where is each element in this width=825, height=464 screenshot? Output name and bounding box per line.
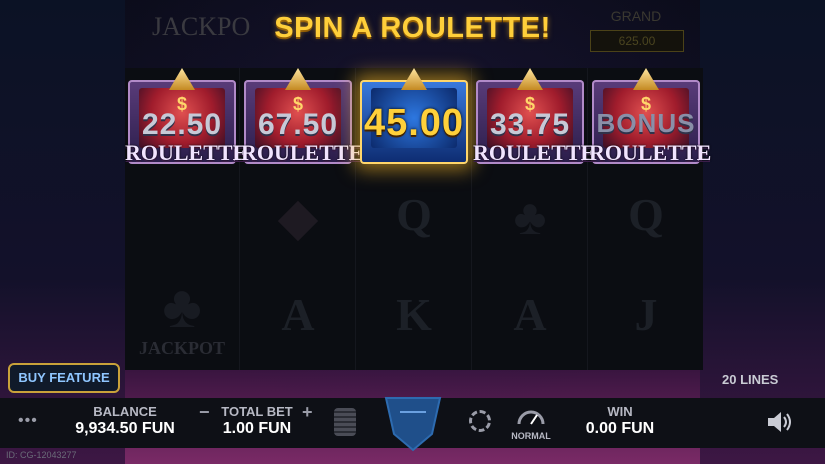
roulette-tile-2: $ 67.50 ROULETTE xyxy=(241,68,364,166)
tile-amount: 67.50 xyxy=(257,108,339,141)
lines-indicator: 20 LINES xyxy=(722,372,779,387)
reel-area: $ 22.50 ROULETTE ♣ JACKPOT $ 67.50 ROULE… xyxy=(125,68,712,370)
tile-amount: 33.75 xyxy=(489,108,571,141)
symbol-a-faded: A xyxy=(281,289,315,340)
spin-button[interactable] xyxy=(380,392,446,452)
speed-label: NORMAL xyxy=(511,431,551,441)
speed-gauge-icon[interactable] xyxy=(516,406,546,426)
crown-icon xyxy=(633,68,659,90)
crown-icon xyxy=(169,68,195,90)
roulette-tile-1: $ 22.50 ROULETTE xyxy=(125,68,248,166)
tile-bonus-text: BONUS xyxy=(596,108,696,138)
win-value: 0.00 FUN xyxy=(585,420,655,437)
reel-5: $ BONUS ROULETTE Q J xyxy=(589,68,712,370)
roulette-tile-3-highlighted: 45.00 xyxy=(357,68,471,166)
club-symbol-faded: ♣ xyxy=(513,189,547,245)
symbol-q-faded: Q xyxy=(396,189,432,240)
roulette-tile-5: $ BONUS ROULETTE xyxy=(589,68,712,166)
crown-icon xyxy=(401,68,427,90)
tile-label: ROULETTE xyxy=(473,140,596,165)
tile-label: ROULETTE xyxy=(241,140,364,165)
win-label: WIN xyxy=(607,404,633,419)
symbol-q-faded: Q xyxy=(628,189,664,240)
tile-amount: 22.50 xyxy=(141,108,223,141)
right-background-panel xyxy=(700,0,825,464)
roulette-tile-4: $ 33.75 ROULETTE xyxy=(473,68,596,166)
total-bet-label: TOTAL BET xyxy=(221,404,293,419)
autoplay-button[interactable] xyxy=(469,410,491,432)
coin-stack-icon[interactable] xyxy=(334,408,356,436)
reel-3: 45.00 Q K xyxy=(357,68,472,370)
symbol-k-faded: K xyxy=(396,289,432,340)
diamond-symbol-faded: ◆ xyxy=(278,189,318,245)
tile-amount: 45.00 xyxy=(363,102,465,144)
spin-a-roulette-title: SPIN A ROULETTE! xyxy=(274,12,551,44)
reel-1: $ 22.50 ROULETTE ♣ JACKPOT xyxy=(125,68,248,370)
crown-icon xyxy=(285,68,311,90)
balance-label: BALANCE xyxy=(93,404,157,419)
buy-feature-button[interactable]: BUY FEATURE xyxy=(8,363,120,393)
left-background-panel xyxy=(0,0,125,464)
balance-value: 9,934.50 FUN xyxy=(75,420,175,437)
crown-icon xyxy=(517,68,543,90)
jackpot-text-faded: JACKPOT xyxy=(138,338,225,358)
tile-label: ROULETTE xyxy=(589,140,712,165)
session-id: ID: CG-12043277 xyxy=(6,450,77,460)
menu-button[interactable]: ••• xyxy=(18,412,38,430)
sound-icon[interactable] xyxy=(765,408,793,436)
reel-2: $ 67.50 ROULETTE ◆ A xyxy=(241,68,364,370)
reel-4: $ 33.75 ROULETTE ♣ A xyxy=(473,68,596,370)
tile-label: ROULETTE xyxy=(125,140,248,165)
jackpot-symbol-faded: ♣ xyxy=(162,274,202,340)
symbol-a-faded: A xyxy=(513,289,547,340)
total-bet-value: 1.00 FUN xyxy=(222,420,292,437)
symbol-j-faded: J xyxy=(634,289,658,340)
